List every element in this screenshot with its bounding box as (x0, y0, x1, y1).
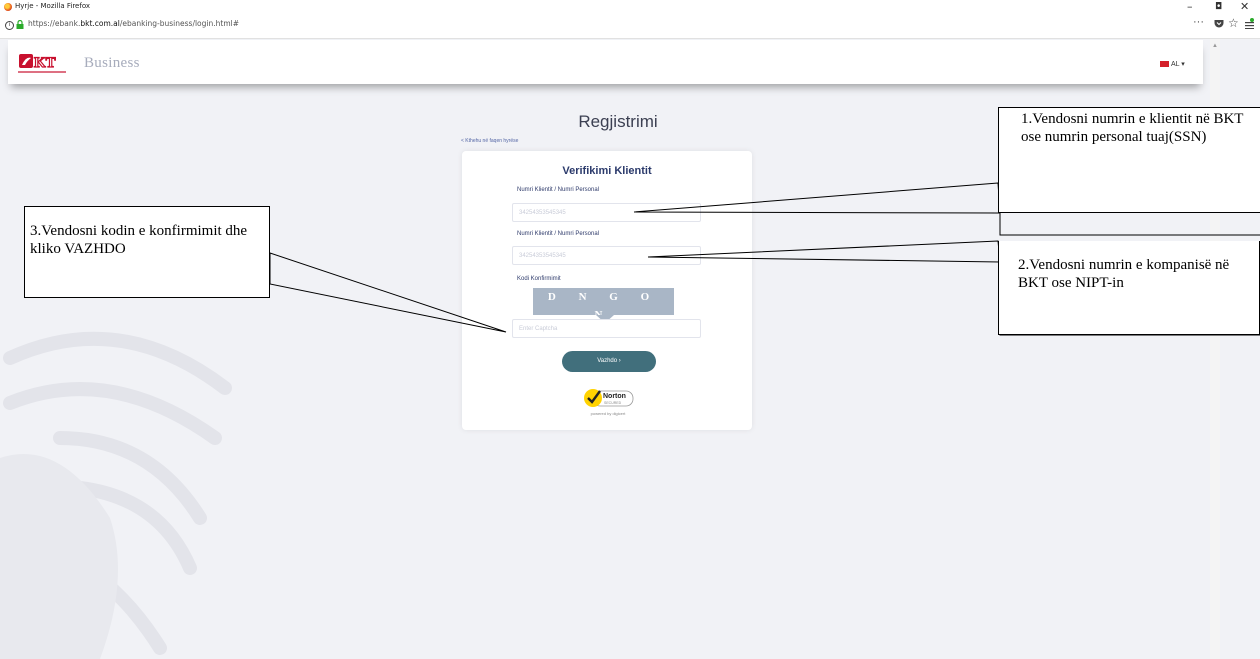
callout-step3: 3.Vendosni kodin e konfirmimit dhe kliko… (24, 206, 270, 298)
callout-step2: 2.Vendosni numrin e kompanisë në BKT ose… (998, 241, 1260, 335)
callout-step1: 1.Vendosni numrin e klientit në BKT ose … (998, 107, 1260, 213)
